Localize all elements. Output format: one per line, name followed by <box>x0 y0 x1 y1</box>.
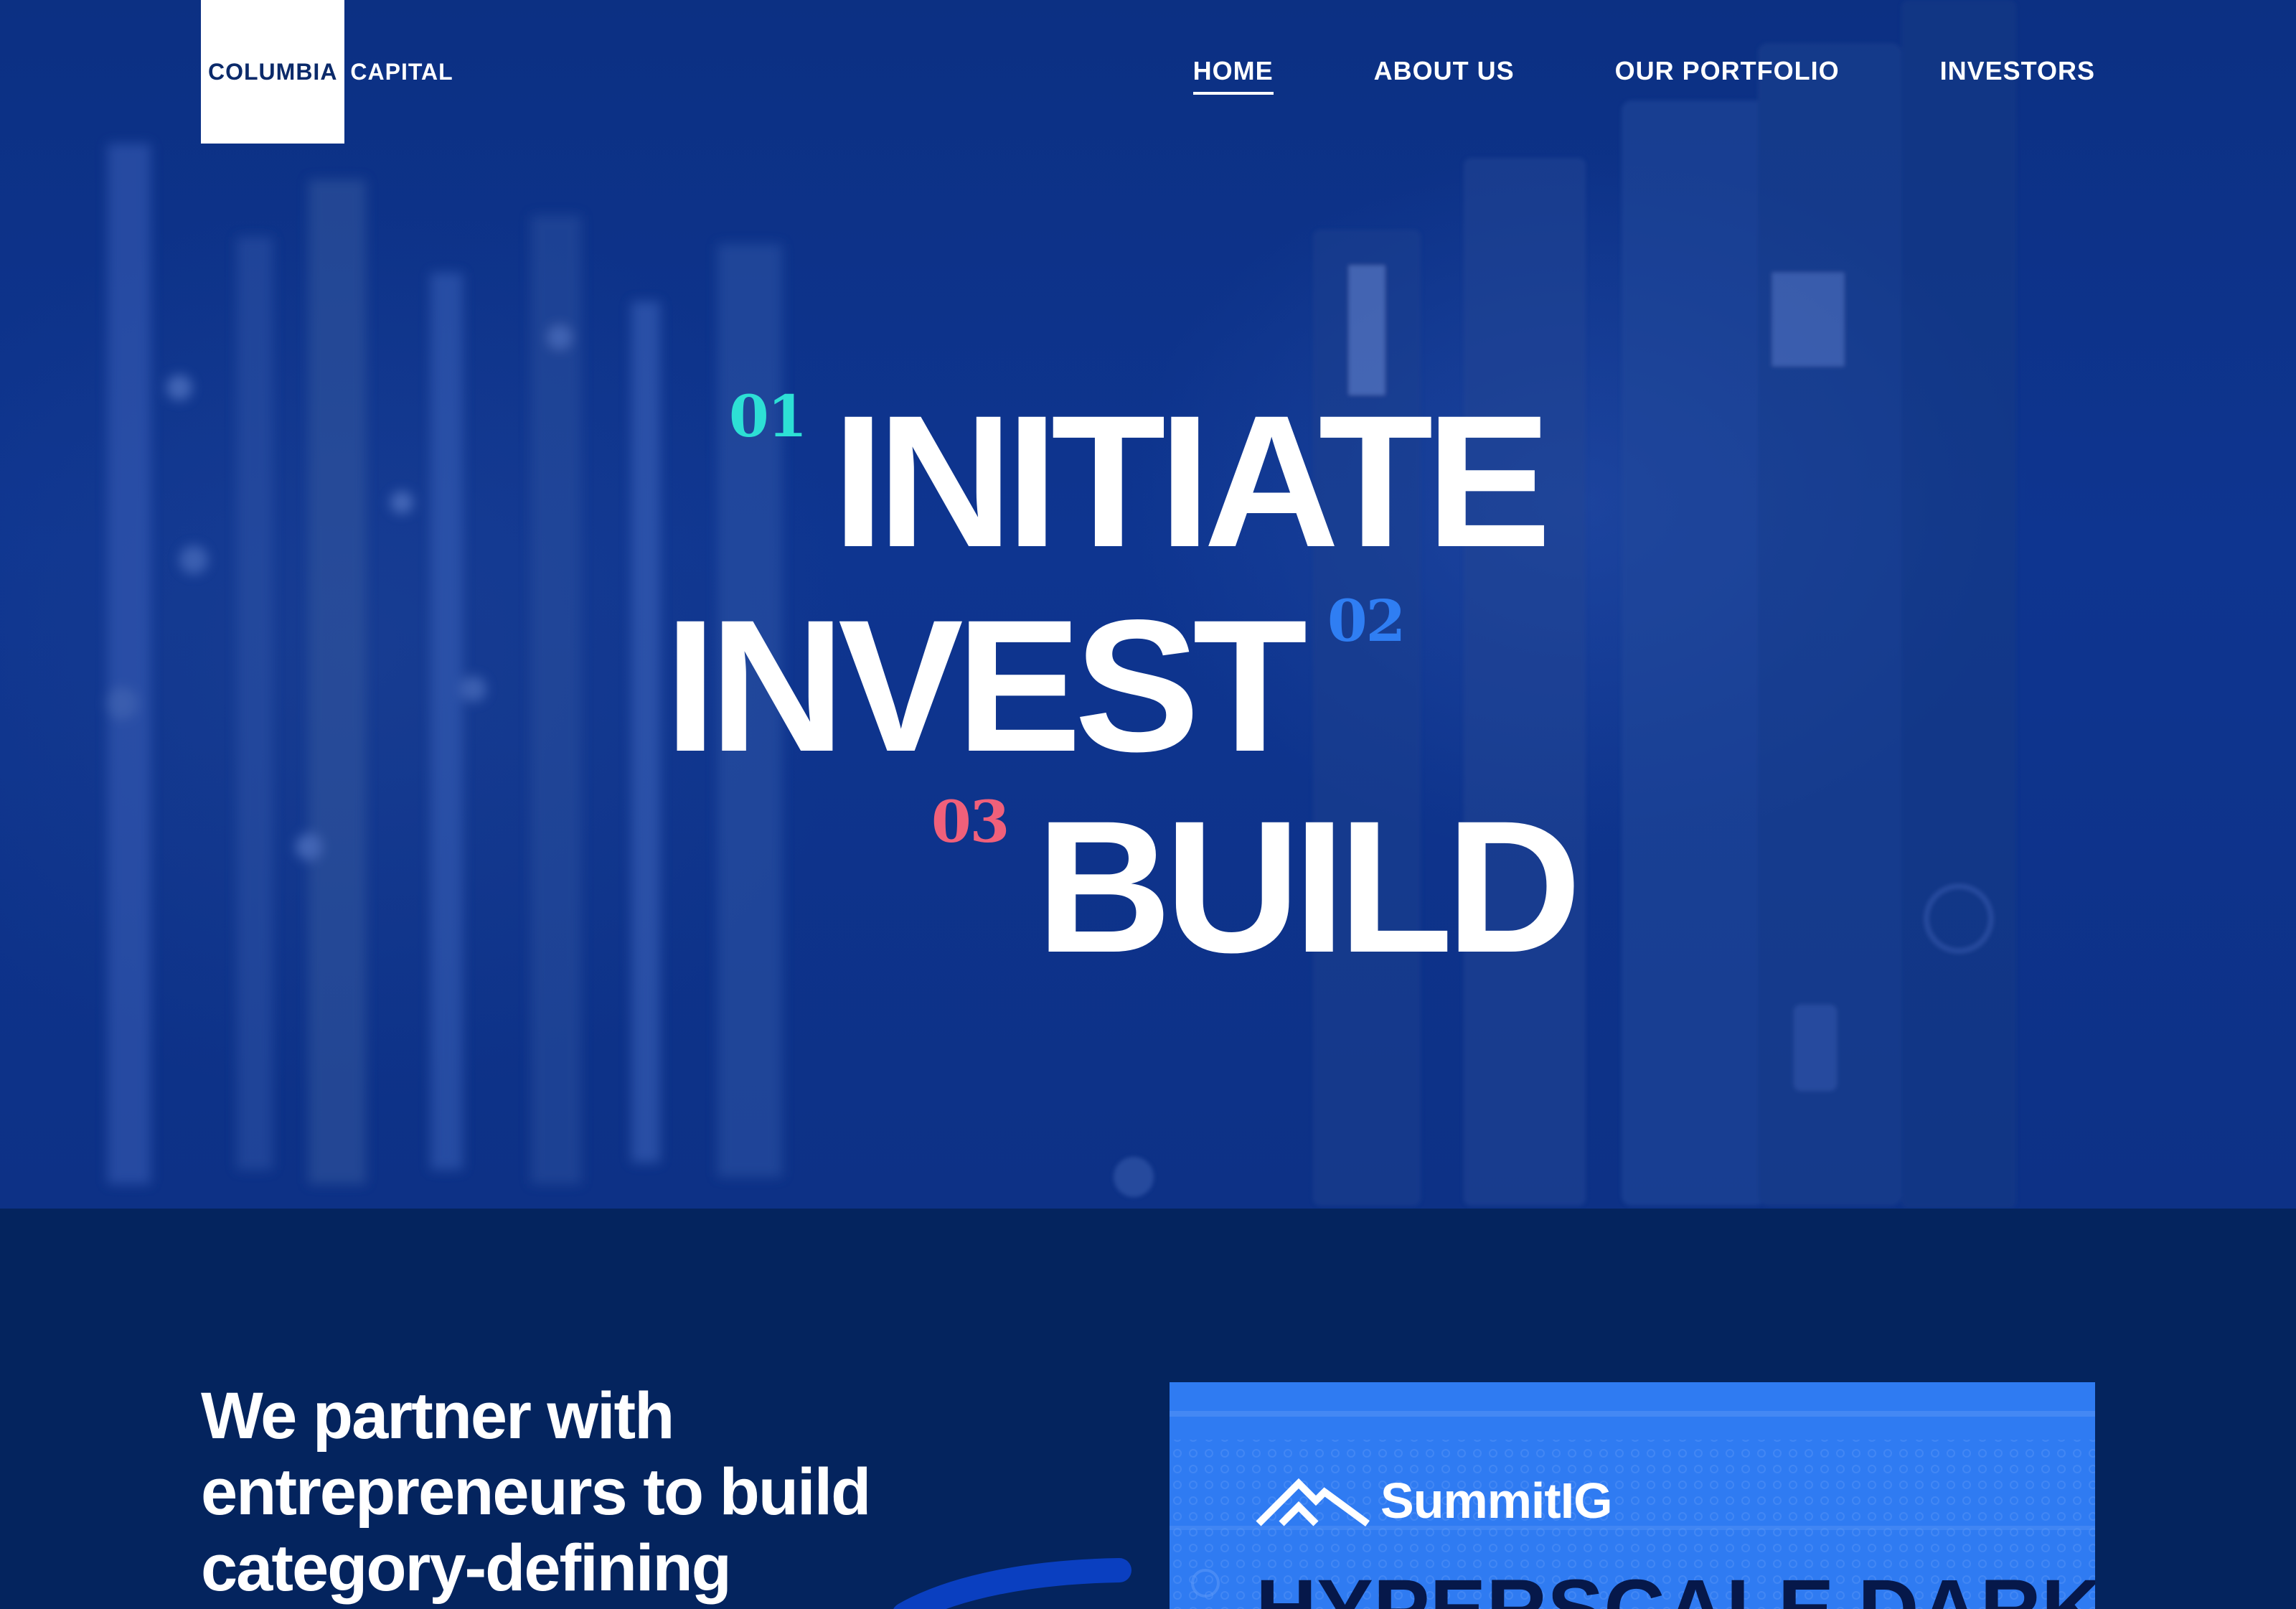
intro-line-3: category-defining <box>201 1531 732 1605</box>
intro-tagline: We partner with entrepreneurs to build c… <box>201 1378 990 1606</box>
logo-text-capital: CAPITAL <box>350 59 453 85</box>
nav-investors[interactable]: INVESTORS <box>1940 56 2095 95</box>
step-number-01: 01 <box>729 383 807 450</box>
summitig-logo: SummitIG <box>1256 1472 1613 1529</box>
intro-line-2: entrepreneurs to build <box>201 1455 871 1529</box>
summit-mountain-icon <box>1256 1478 1370 1527</box>
summitig-logo-text: SummitIG <box>1380 1473 1613 1529</box>
nav-home[interactable]: HOME <box>1192 56 1274 95</box>
nav-our-portfolio[interactable]: OUR PORTFOLIO <box>1615 56 1840 95</box>
hero-section: COLUMBIA CAPITAL HOME ABOUT US OUR PORTFO… <box>0 0 2296 1209</box>
intro-line-1: We partner with <box>201 1379 674 1453</box>
headline-invest: INVEST <box>664 581 1307 791</box>
main-nav: HOME ABOUT US OUR PORTFOLIO INVESTORS <box>1192 56 2095 95</box>
headline-build: BUILD <box>1036 782 1581 992</box>
step-number-03: 03 <box>931 788 1010 855</box>
card-title: HYPERSCALE DARK <box>1256 1567 2095 1609</box>
step-number-02: 02 <box>1327 587 1406 655</box>
logo-text-columbia: COLUMBIA <box>208 59 338 85</box>
headline-initiate: INITIATE <box>832 376 1551 586</box>
logo[interactable]: COLUMBIA CAPITAL <box>208 59 453 85</box>
brush-stroke-decoration <box>893 1558 1131 1609</box>
feature-card-summitig[interactable]: SummitIG HYPERSCALE DARK <box>1170 1382 2095 1609</box>
nav-about-us[interactable]: ABOUT US <box>1374 56 1515 95</box>
